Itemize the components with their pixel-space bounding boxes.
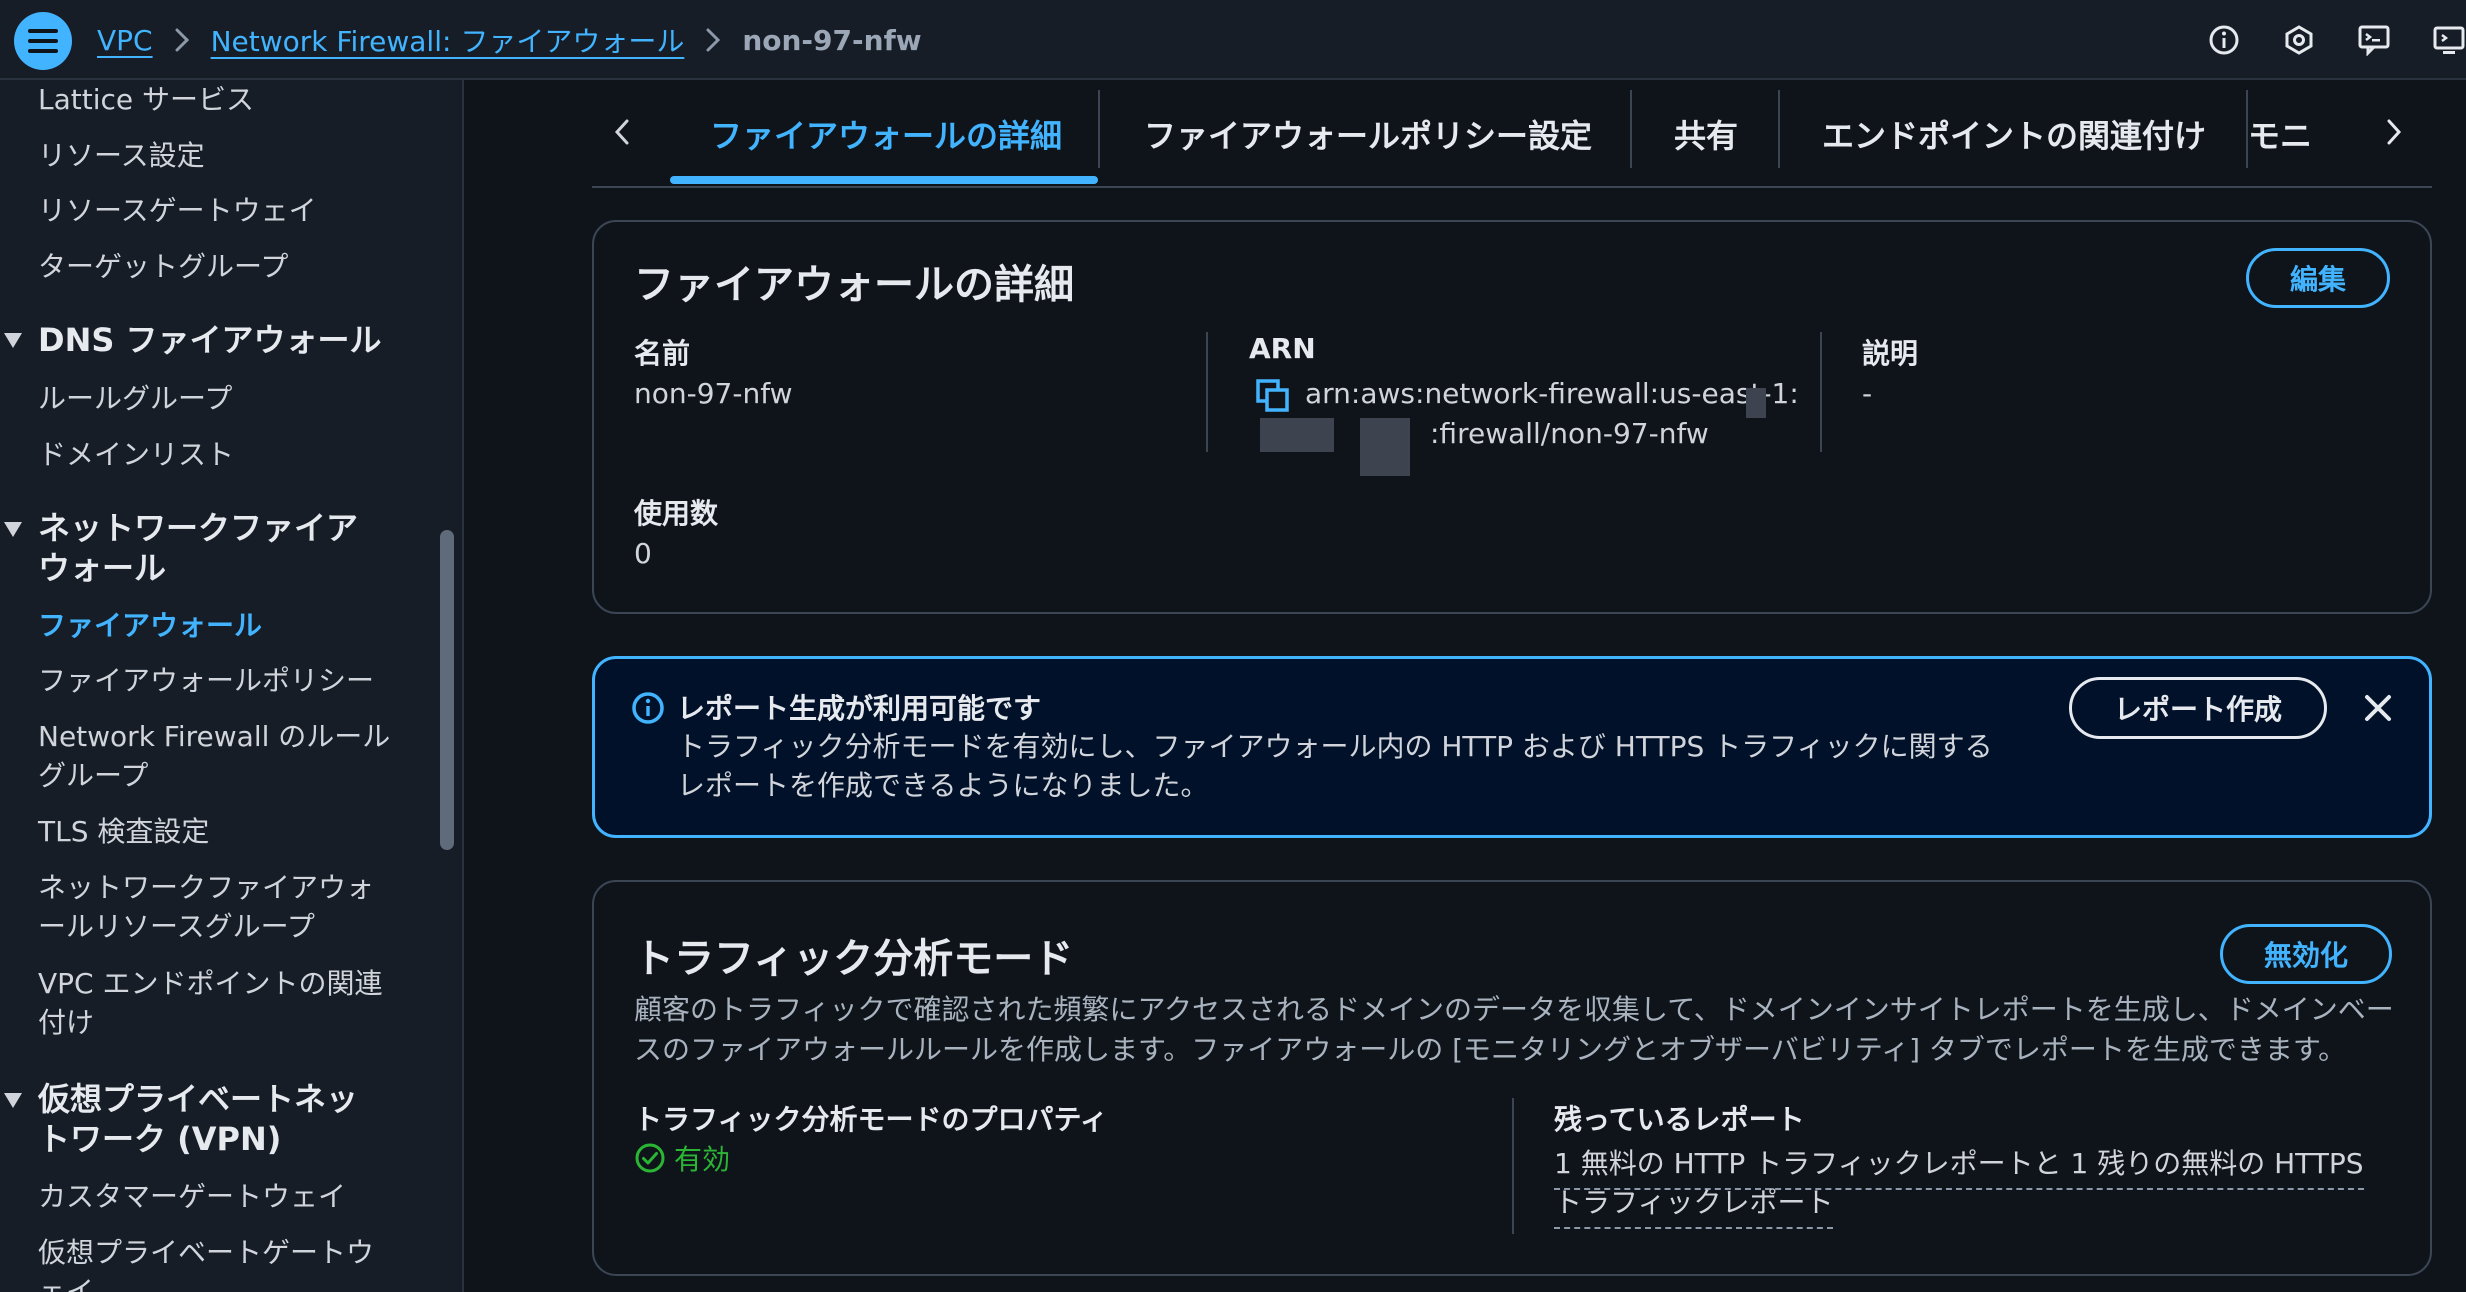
chevron-right-icon — [706, 28, 721, 52]
traffic-analysis-title: トラフィック分析モード — [634, 936, 1074, 982]
report-generation-alert: レポート生成が利用可能です トラフィック分析モードを有効にし、ファイアウォール内… — [592, 656, 2432, 838]
breadcrumb-current: non-97-nfw — [742, 23, 922, 57]
sidebar-item-domain-lists[interactable]: ドメインリスト — [38, 435, 234, 474]
sidebar-item-nfw-resource-groups[interactable]: ネットワークファイアウォ — [38, 868, 374, 907]
firewall-details-panel: ファイアウォールの詳細 編集 名前 non-97-nfw ARN arn:aws… — [592, 220, 2432, 614]
caret-down-icon[interactable] — [4, 522, 22, 537]
arn-value-line1: arn:aws:network-firewall:us-east-1: — [1305, 377, 1799, 410]
disable-button[interactable]: 無効化 — [2220, 924, 2392, 984]
tab-divider — [1778, 90, 1780, 168]
redacted-block — [1260, 418, 1334, 452]
sidebar-divider — [462, 80, 464, 1292]
info-icon[interactable] — [2207, 23, 2241, 57]
breadcrumb-network-firewall-link[interactable]: Network Firewall: ファイアウォール — [211, 20, 685, 60]
description-label: 説明 — [1862, 337, 1919, 370]
info-icon — [632, 692, 664, 724]
tab-divider — [1098, 90, 1100, 168]
column-divider — [1512, 1098, 1514, 1234]
sidebar-item-nfw-rule-groups-line2[interactable]: グループ — [38, 756, 148, 795]
sidebar-section-dns-firewall[interactable]: DNS ファイアウォール — [38, 320, 382, 360]
tab-endpoint-associations[interactable]: エンドポイントの関連付け — [1822, 82, 2206, 186]
sidebar-item-virtual-private-gateways-line2[interactable]: ェイ — [38, 1272, 94, 1292]
status-text: 有効 — [674, 1143, 731, 1176]
name-value: non-97-nfw — [634, 377, 793, 410]
tab-firewall-details[interactable]: ファイアウォールの詳細 — [710, 82, 1062, 186]
sidebar-item-customer-gateways[interactable]: カスタマーゲートウェイ — [38, 1177, 346, 1216]
column-divider — [1206, 332, 1208, 452]
tab-firewall-policy-settings[interactable]: ファイアウォールポリシー設定 — [1144, 82, 1592, 186]
tab-divider — [2246, 90, 2248, 168]
create-report-button[interactable]: レポート作成 — [2069, 677, 2327, 739]
arn-label: ARN — [1249, 332, 1316, 365]
sidebar-item-vpc-endpoint-associations[interactable]: VPC エンドポイントの関連 — [38, 964, 383, 1003]
alert-message: トラフィック分析モードを有効にし、ファイアウォール内の HTTP および HTT… — [677, 730, 1993, 802]
status-badge: 有効 — [634, 1138, 730, 1178]
tab-scroll-left-button[interactable] — [592, 102, 652, 162]
traffic-mode-properties-label: トラフィック分析モードのプロパティ — [634, 1103, 1108, 1136]
top-navigation-bar: VPC Network Firewall: ファイアウォール non-97-nf… — [0, 0, 2466, 80]
breadcrumb: VPC Network Firewall: ファイアウォール non-97-nf… — [97, 0, 922, 80]
column-divider — [1820, 332, 1822, 452]
tab-divider — [1630, 90, 1632, 168]
menu-button[interactable] — [14, 12, 72, 70]
sidebar-item-vpc-endpoint-associations-line2[interactable]: 付け — [38, 1003, 94, 1042]
sidebar-item-nfw-rule-groups[interactable]: Network Firewall のルール — [38, 717, 390, 756]
side-navigation: Lattice サービス リソース設定 リソースゲートウェイ ターゲットグループ… — [0, 80, 432, 1292]
check-circle-icon — [635, 1143, 665, 1173]
tab-bar: ファイアウォールの詳細 ファイアウォールポリシー設定 共有 エンドポイントの関連… — [592, 82, 2432, 188]
sidebar-item-target-groups[interactable]: ターゲットグループ — [38, 247, 288, 286]
chevron-left-icon — [614, 119, 629, 145]
top-utility-icons — [2166, 0, 2466, 80]
chevron-right-icon — [175, 28, 189, 52]
traffic-analysis-panel: トラフィック分析モード 無効化 顧客のトラフィックで確認された頻繁にアクセスされ… — [592, 880, 2432, 1276]
redacted-block — [1746, 388, 1766, 418]
redacted-block — [1360, 418, 1410, 476]
sidebar-section-network-firewall-line2[interactable]: ウォール — [38, 548, 166, 588]
sidebar-section-vpn[interactable]: 仮想プライベートネッ — [38, 1079, 358, 1119]
caret-down-icon[interactable] — [4, 333, 22, 348]
dismiss-alert-button[interactable] — [2359, 689, 2397, 727]
sidebar-section-network-firewall[interactable]: ネットワークファイア — [38, 508, 358, 548]
sidebar-item-rule-groups[interactable]: ルールグループ — [38, 379, 232, 418]
hamburger-icon — [28, 29, 58, 53]
cloudshell-icon[interactable] — [2432, 23, 2466, 57]
arn-value-line2: :firewall/non-97-nfw — [1430, 417, 1709, 450]
tab-monitoring[interactable]: モニ — [2248, 82, 2328, 186]
traffic-analysis-description: 顧客のトラフィックで確認された頻繁にアクセスされるドメインのデータを収集して、ド… — [634, 993, 2394, 1066]
breadcrumb-vpc-link[interactable]: VPC — [97, 24, 153, 57]
tab-sharing[interactable]: 共有 — [1674, 82, 1738, 186]
caret-down-icon[interactable] — [4, 1093, 22, 1108]
firewall-details-title: ファイアウォールの詳細 — [634, 262, 1074, 308]
chevron-right-icon — [2387, 119, 2402, 145]
sidebar-item-tls-inspection[interactable]: TLS 検査設定 — [38, 812, 209, 851]
usage-count-value: 0 — [634, 537, 652, 570]
sidebar-item-nfw-resource-groups-line2[interactable]: ールリソースグループ — [38, 907, 315, 946]
remaining-reports-label: 残っているレポート — [1554, 1103, 1805, 1136]
copy-icon — [1256, 379, 1289, 412]
sidebar-item-firewalls[interactable]: ファイアウォール — [38, 606, 262, 645]
feedback-icon[interactable] — [2357, 23, 2391, 57]
sidebar-scrollbar-thumb[interactable] — [440, 530, 454, 850]
sidebar-item-firewall-policies[interactable]: ファイアウォールポリシー — [38, 661, 374, 700]
sidebar-section-vpn-line2[interactable]: トワーク (VPN) — [38, 1119, 281, 1159]
usage-count-label: 使用数 — [634, 497, 719, 530]
edit-button[interactable]: 編集 — [2246, 248, 2390, 308]
name-label: 名前 — [634, 337, 691, 370]
sidebar-item-virtual-private-gateways[interactable]: 仮想プライベートゲートウ — [38, 1233, 374, 1272]
tab-scroll-right-button[interactable] — [2364, 102, 2424, 162]
sidebar-item-lattice-services[interactable]: Lattice サービス — [38, 80, 254, 119]
remaining-reports-text: 1 無料の HTTP トラフィックレポートと 1 残りの無料の HTTPS トラ… — [1554, 1147, 2364, 1229]
active-tab-indicator — [670, 176, 1098, 184]
remaining-reports-value[interactable]: 1 無料の HTTP トラフィックレポートと 1 残りの無料の HTTPS トラ… — [1554, 1144, 2384, 1229]
close-icon — [2365, 695, 2391, 721]
sidebar-item-resource-gateway[interactable]: リソースゲートウェイ — [38, 191, 317, 230]
settings-icon[interactable] — [2282, 23, 2316, 57]
description-value: - — [1862, 377, 1873, 410]
copy-arn-button[interactable] — [1256, 379, 1290, 413]
alert-title: レポート生成が利用可能です — [677, 692, 1042, 725]
sidebar-item-resource-config[interactable]: リソース設定 — [38, 136, 205, 175]
